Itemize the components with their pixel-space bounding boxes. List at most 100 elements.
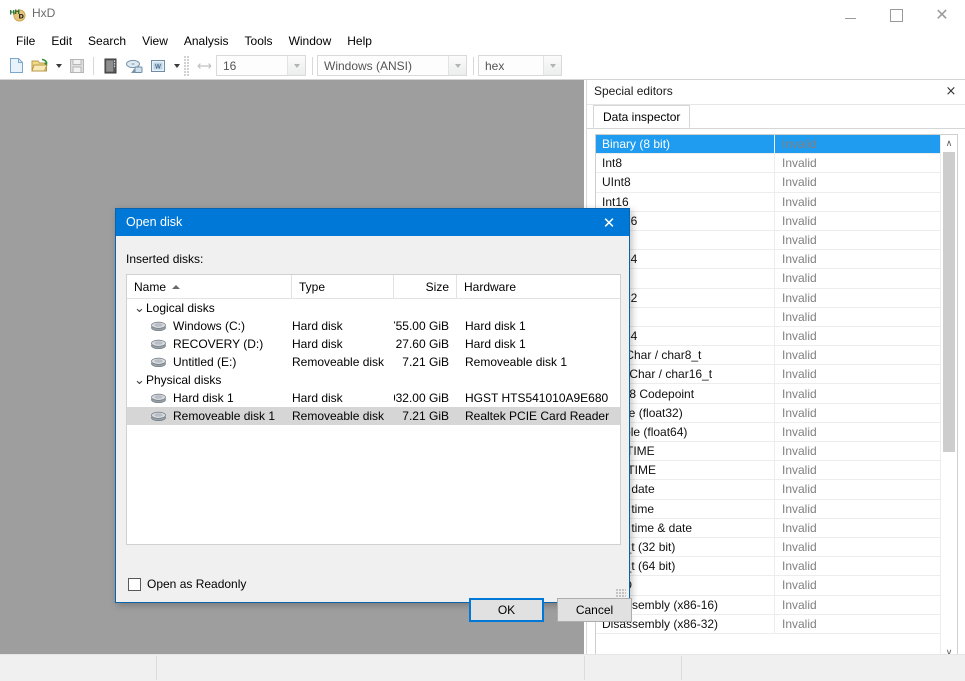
ram-dropdown-button[interactable] (170, 55, 183, 77)
open-as-readonly-checkbox[interactable]: Open as Readonly (128, 577, 246, 591)
open-dropdown-button[interactable] (52, 55, 65, 77)
menu-item-search[interactable]: Search (80, 32, 134, 50)
data-inspector-row-value[interactable]: Invalid (774, 154, 943, 173)
data-inspector-list[interactable]: Binary (8 bit) Invalid Int8 Invalid UInt8 Inv… (595, 134, 958, 662)
open-ram-button[interactable]: W (146, 54, 170, 78)
toolbar-grip[interactable] (184, 55, 189, 76)
data-inspector-row[interactable]: Single (float32) Invalid (596, 403, 943, 423)
disk-list-row[interactable]: Windows (C:) Hard disk 755.00 GiB Hard disk… (127, 317, 620, 335)
disk-list-row[interactable]: Untitled (E:) Removeable disk 7.21 GiB Remo… (127, 353, 620, 371)
chevron-down-icon[interactable]: ⌄ (133, 373, 146, 386)
data-inspector-row[interactable]: UInt64Invalid (596, 326, 943, 347)
bytes-per-row-combo[interactable]: 16 (216, 55, 306, 76)
data-inspector-row[interactable]: Binary (8 bit) Invalid (596, 135, 943, 155)
column-header-type[interactable]: Type (292, 275, 394, 298)
minimize-button[interactable] (827, 0, 873, 30)
open-disk-button[interactable] (98, 54, 122, 78)
data-inspector-row-value[interactable]: Invalid (774, 557, 943, 576)
data-inspector-row[interactable]: time_t (64 bit) Invalid (596, 557, 943, 577)
disk-list-row[interactable]: RECOVERY (D:) Hard disk 27.60 GiB Hard disk… (127, 335, 620, 353)
save-file-button[interactable] (65, 54, 89, 78)
data-inspector-row[interactable]: UInt8 Invalid (596, 173, 943, 193)
column-header-size[interactable]: Size (394, 275, 457, 298)
data-inspector-row-value[interactable]: Invalid (774, 365, 943, 384)
menu-item-view[interactable]: View (134, 32, 176, 50)
data-inspector-row[interactable]: OLETIMEInvalid (596, 442, 943, 462)
chevron-down-icon[interactable]: ⌄ (133, 301, 146, 314)
data-inspector-row-value[interactable]: Invalid (774, 307, 943, 326)
data-inspector-row-value[interactable]: Invalid (774, 326, 943, 346)
disk-group-row[interactable]: ⌄ Logical disks (127, 299, 620, 317)
data-inspector-row[interactable]: Disassembly (x86-32) Invalid (596, 614, 943, 634)
data-inspector-row-value[interactable]: Invalid (774, 537, 943, 557)
cancel-button[interactable]: Cancel (557, 598, 632, 622)
data-inspector-row[interactable]: UTF-8 Codepoint Invalid (596, 384, 943, 404)
data-inspector-row-value[interactable]: Invalid (774, 192, 943, 211)
data-inspector-row-value[interactable]: Invalid (774, 595, 943, 614)
data-inspector-row-value[interactable]: Invalid (774, 480, 943, 499)
data-inspector-row[interactable]: GUIDInvalid (596, 576, 943, 596)
open-file-button[interactable] (28, 54, 52, 78)
data-inspector-row-value[interactable]: Invalid (774, 173, 943, 192)
close-button[interactable]: ✕ (919, 0, 965, 30)
data-inspector-row-value[interactable]: Invalid (774, 518, 943, 537)
bytes-per-row-chevron-down-icon[interactable] (287, 56, 305, 75)
data-inspector-row-value[interactable]: Invalid (774, 614, 943, 633)
data-inspector-row-value[interactable]: Invalid (774, 230, 943, 250)
menu-item-file[interactable]: File (8, 32, 43, 50)
open-disk-image-button[interactable] (122, 54, 146, 78)
data-inspector-row-value[interactable]: Invalid (774, 461, 943, 480)
data-inspector-row-value[interactable]: Invalid (774, 288, 943, 307)
data-inspector-row-value[interactable]: Invalid (774, 442, 943, 461)
data-inspector-row-value[interactable]: Invalid (774, 269, 943, 288)
data-inspector-row[interactable]: Int32Invalid (596, 269, 943, 289)
column-header-name[interactable]: Name (127, 275, 292, 298)
data-inspector-row[interactable]: UInt32Invalid (596, 288, 943, 308)
data-inspector-row-value[interactable]: Invalid (774, 576, 943, 595)
disk-list[interactable]: Name Type Size Hardware ⌄ Logical disks Wi… (126, 274, 621, 545)
data-inspector-row[interactable]: Int16 Invalid (596, 192, 943, 212)
data-inspector-row[interactable]: DOS dateInvalid (596, 480, 943, 500)
data-inspector-row[interactable]: WideChar / char16_t Invalid (596, 365, 943, 385)
data-inspector-row[interactable]: time_t (32 bit) Invalid (596, 537, 943, 558)
menu-item-edit[interactable]: Edit (43, 32, 80, 50)
data-inspector-row[interactable]: UInt24Invalid (596, 250, 943, 270)
data-inspector-row[interactable]: Disassembly (x86-16) Invalid (596, 595, 943, 615)
scrollbar-thumb[interactable] (943, 152, 955, 452)
disk-list-row[interactable]: Hard disk 1 Hard disk 932.00 GiB HGST HTS54… (127, 389, 620, 407)
data-inspector-row-value[interactable]: Invalid (774, 346, 943, 365)
menu-item-window[interactable]: Window (281, 32, 340, 50)
data-inspector-row-value[interactable]: Invalid (774, 211, 943, 230)
encoding-chevron-down-icon[interactable] (448, 56, 466, 75)
data-inspector-row[interactable]: Int64Invalid (596, 307, 943, 327)
encoding-combo[interactable]: Windows (ANSI) (317, 55, 467, 76)
data-inspector-row-value[interactable]: Invalid (774, 403, 943, 422)
data-inspector-row-value[interactable]: Invalid (774, 422, 943, 441)
new-file-button[interactable] (4, 54, 28, 78)
data-inspector-row[interactable]: DOS timeInvalid (596, 499, 943, 519)
scroll-up-icon[interactable]: ∧ (941, 135, 957, 152)
disk-list-row[interactable]: Removeable disk 1 Removeable disk 7.21 GiB… (127, 407, 620, 425)
data-inspector-row[interactable]: FILETIMEInvalid (596, 461, 943, 481)
disk-group-row[interactable]: ⌄ Physical disks (127, 371, 620, 389)
panel-close-icon[interactable]: × (942, 82, 960, 100)
offset-base-combo[interactable]: hex (478, 55, 562, 76)
data-inspector-row[interactable]: Double (float64) Invalid (596, 422, 943, 442)
data-inspector-row-value[interactable]: Invalid (774, 384, 943, 403)
data-inspector-row-value[interactable]: Invalid (774, 135, 943, 154)
dialog-resize-grip[interactable] (616, 589, 626, 599)
menu-item-help[interactable]: Help (339, 32, 380, 50)
data-inspector-row[interactable]: DOS time & date Invalid (596, 518, 943, 538)
dialog-close-icon[interactable]: ✕ (589, 209, 629, 236)
data-inspector-row-value[interactable]: Invalid (774, 499, 943, 518)
ok-button[interactable]: OK (469, 598, 544, 622)
data-inspector-row[interactable]: Int24Invalid (596, 230, 943, 251)
data-inspector-row[interactable]: Int8 Invalid (596, 154, 943, 174)
data-inspector-row-value[interactable]: Invalid (774, 250, 943, 269)
column-header-hardware[interactable]: Hardware (457, 275, 619, 298)
offset-base-chevron-down-icon[interactable] (543, 56, 561, 75)
tab-data-inspector[interactable]: Data inspector (593, 105, 691, 128)
data-inspector-scrollbar[interactable]: ∧ ∨ (940, 135, 957, 661)
data-inspector-row[interactable]: AnsiChar / char8_t Invalid (596, 346, 943, 366)
menu-item-tools[interactable]: Tools (237, 32, 281, 50)
